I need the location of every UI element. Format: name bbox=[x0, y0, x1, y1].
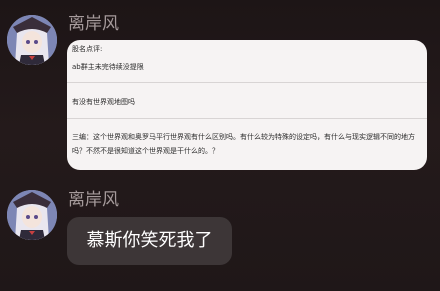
sender-name: 离岸风 bbox=[68, 190, 119, 210]
card-line: 股名点评: bbox=[72, 45, 103, 53]
message-card[interactable]: 股名点评: ab群主未完待续没提限 有没有世界观地图吗 三编：这个世界观和奥罗马… bbox=[67, 40, 427, 170]
card-line: ab群主未完待续没提限 bbox=[72, 63, 144, 71]
sender-name: 离岸风 bbox=[68, 14, 119, 34]
anime-girl-avatar-icon bbox=[7, 15, 57, 65]
card-line: 有没有世界观地图吗 bbox=[72, 98, 135, 106]
card-divider bbox=[67, 82, 427, 83]
card-line: 三编：这个世界观和奥罗马平行世界观有什么区别吗。有什么较为特殊的设定吗，有什么与… bbox=[72, 133, 415, 155]
card-divider bbox=[67, 118, 427, 119]
anime-girl-avatar-icon bbox=[7, 190, 57, 240]
message-bubble[interactable]: 慕斯你笑死我了 bbox=[67, 217, 232, 265]
sender-avatar[interactable] bbox=[7, 190, 57, 240]
sender-avatar[interactable] bbox=[7, 15, 57, 65]
